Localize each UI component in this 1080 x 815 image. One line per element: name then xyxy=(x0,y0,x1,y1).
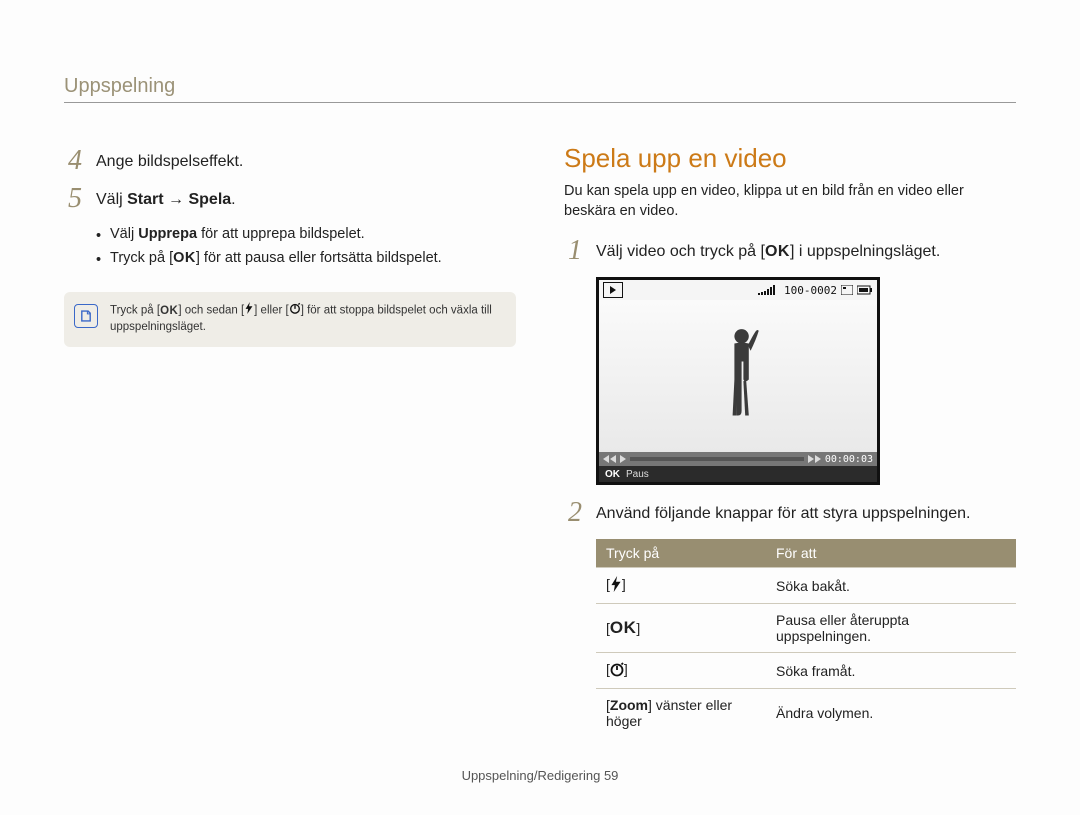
step-text: Välj video och tryck på [OK] i uppspelni… xyxy=(596,239,1016,263)
text-suffix: . xyxy=(231,191,235,208)
bracket: ] xyxy=(636,620,640,636)
video-preview-frame: 100-0002 xyxy=(596,277,880,485)
table-row: [Zoom] vänster eller höger Ändra volymen… xyxy=(596,689,1016,738)
step-4: 4 Ange bildspelseffekt. xyxy=(64,149,516,175)
table-header-press: Tryck på xyxy=(596,539,766,568)
seek-back-icon xyxy=(603,455,609,463)
flash-icon xyxy=(610,576,622,595)
step-number: 4 xyxy=(64,147,86,175)
time-readout: 00:00:03 xyxy=(825,454,873,465)
ok-label: OK xyxy=(605,469,620,480)
play-icon xyxy=(620,455,626,463)
zoom-label: Zoom xyxy=(610,697,648,713)
progress-track xyxy=(630,457,804,461)
table-row: [] Söka bakåt. xyxy=(596,568,1016,604)
timer-icon xyxy=(289,302,301,319)
bullet-2: Tryck på [OK] för att pausa eller fortsä… xyxy=(96,249,516,271)
t: ] och sedan [ xyxy=(178,305,244,317)
play-mode-icon xyxy=(603,282,623,298)
seek-fwd-icon xyxy=(808,455,814,463)
t: ] för att pausa eller fortsätta bildspel… xyxy=(196,250,442,266)
ok-bar: OK Paus xyxy=(599,466,877,482)
right-column: Spela upp en video Du kan spela upp en v… xyxy=(564,149,1016,737)
bullet-text: Välj Upprepa för att upprepa bildspelet. xyxy=(110,225,365,247)
video-canvas xyxy=(599,300,877,452)
bullet-dot xyxy=(96,225,102,247)
step-number: 2 xyxy=(564,499,586,527)
text-bold: Start → Spela xyxy=(127,191,231,208)
t: Upprepa xyxy=(138,226,197,242)
t: ] eller [ xyxy=(254,305,289,317)
figure-silhouette xyxy=(724,324,760,444)
table-row: [] Söka framåt. xyxy=(596,653,1016,689)
table-cell: Söka bakåt. xyxy=(766,568,1016,604)
table-row: [OK] Pausa eller återuppta uppspelningen… xyxy=(596,604,1016,653)
bracket: ] xyxy=(622,576,626,592)
bullet-dot xyxy=(96,249,102,271)
t: Tryck på [ xyxy=(110,250,173,266)
video-progress-bar: 00:00:03 xyxy=(599,452,877,466)
step-5: 5 Välj Start → Spela. xyxy=(64,187,516,213)
timer-icon xyxy=(610,661,624,680)
step-1: 1 Välj video och tryck på [OK] i uppspel… xyxy=(564,239,1016,265)
bullet-text: Tryck på [OK] för att pausa eller fortsä… xyxy=(110,249,442,271)
storage-icon xyxy=(841,285,853,295)
bracket: ] xyxy=(624,661,628,677)
ok-icon: OK xyxy=(173,249,196,269)
paus-label: Paus xyxy=(626,469,649,480)
flash-icon xyxy=(244,302,254,319)
step-number: 5 xyxy=(64,185,86,213)
t: ] i uppspelningsläget. xyxy=(790,243,940,260)
ok-icon: OK xyxy=(610,618,637,638)
divider xyxy=(64,102,1016,103)
seek-back-icon xyxy=(610,455,616,463)
note-icon xyxy=(74,304,98,328)
section-title: Uppspelning xyxy=(64,75,1016,98)
video-status-bar: 100-0002 xyxy=(599,280,877,300)
table-cell: Pausa eller återuppta uppspelningen. xyxy=(766,604,1016,653)
page-footer: Uppspelning/Redigering 59 xyxy=(0,768,1080,783)
heading: Spela upp en video xyxy=(564,143,1016,174)
step-text: Välj Start → Spela. xyxy=(96,187,516,211)
table-header-to: För att xyxy=(766,539,1016,568)
table-cell: Ändra volymen. xyxy=(766,689,1016,738)
t: för att upprepa bildspelet. xyxy=(197,226,365,242)
t: Tryck på [ xyxy=(110,305,160,317)
ok-icon: OK xyxy=(160,303,178,319)
footer-text: Uppspelning/Redigering xyxy=(462,768,601,783)
t: Välj xyxy=(110,226,138,242)
seek-fwd-icon xyxy=(815,455,821,463)
battery-icon xyxy=(857,285,873,295)
intro-text: Du kan spela upp en video, klippa ut en … xyxy=(564,182,1016,221)
step-text: Ange bildspelseffekt. xyxy=(96,149,516,173)
bullet-1: Välj Upprepa för att upprepa bildspelet. xyxy=(96,225,516,247)
step-2: 2 Använd följande knappar för att styra … xyxy=(564,501,1016,527)
left-column: 4 Ange bildspelseffekt. 5 Välj Start → S… xyxy=(64,149,516,737)
ok-icon: OK xyxy=(765,241,790,263)
frame-counter: 100-0002 xyxy=(784,284,837,297)
t: Välj video och tryck på [ xyxy=(596,243,765,260)
sub-bullets: Välj Upprepa för att upprepa bildspelet.… xyxy=(96,225,516,270)
text-prefix: Välj xyxy=(96,191,127,208)
step-number: 1 xyxy=(564,237,586,265)
note-text: Tryck på [OK] och sedan [] eller [] för … xyxy=(110,302,502,335)
controls-table: Tryck på För att [] Söka bakåt. [OK] xyxy=(596,539,1016,737)
table-cell: Söka framåt. xyxy=(766,653,1016,689)
signal-icon xyxy=(758,285,780,295)
footer-page: 59 xyxy=(604,768,618,783)
note-box: Tryck på [OK] och sedan [] eller [] för … xyxy=(64,292,516,347)
step-text: Använd följande knappar för att styra up… xyxy=(596,501,1016,525)
